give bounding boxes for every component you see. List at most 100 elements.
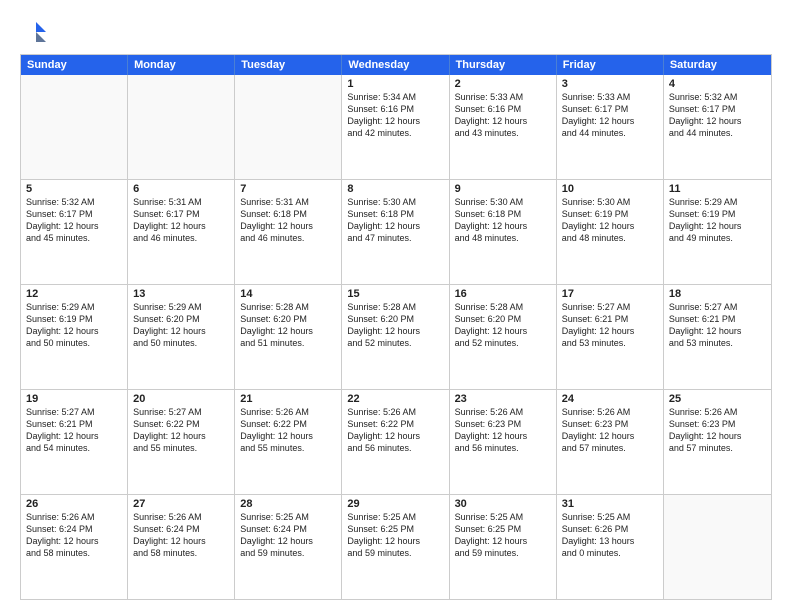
day-number: 4 [669, 78, 766, 90]
day-info: Sunrise: 5:30 AM Sunset: 6:18 PM Dayligh… [347, 196, 443, 245]
day-info: Sunrise: 5:28 AM Sunset: 6:20 PM Dayligh… [455, 301, 551, 350]
day-cell [128, 75, 235, 179]
day-number: 3 [562, 78, 658, 90]
day-header-saturday: Saturday [664, 55, 771, 75]
day-number: 18 [669, 288, 766, 300]
header [20, 18, 772, 46]
logo [20, 18, 52, 46]
day-info: Sunrise: 5:25 AM Sunset: 6:24 PM Dayligh… [240, 511, 336, 560]
day-number: 23 [455, 393, 551, 405]
day-header-monday: Monday [128, 55, 235, 75]
day-cell: 20Sunrise: 5:27 AM Sunset: 6:22 PM Dayli… [128, 390, 235, 494]
day-info: Sunrise: 5:25 AM Sunset: 6:25 PM Dayligh… [347, 511, 443, 560]
day-cell: 25Sunrise: 5:26 AM Sunset: 6:23 PM Dayli… [664, 390, 771, 494]
week-row: 5Sunrise: 5:32 AM Sunset: 6:17 PM Daylig… [21, 179, 771, 284]
day-header-tuesday: Tuesday [235, 55, 342, 75]
day-cell: 18Sunrise: 5:27 AM Sunset: 6:21 PM Dayli… [664, 285, 771, 389]
day-cell: 30Sunrise: 5:25 AM Sunset: 6:25 PM Dayli… [450, 495, 557, 599]
day-number: 26 [26, 498, 122, 510]
day-number: 30 [455, 498, 551, 510]
day-info: Sunrise: 5:25 AM Sunset: 6:25 PM Dayligh… [455, 511, 551, 560]
day-cell [235, 75, 342, 179]
day-number: 25 [669, 393, 766, 405]
day-number: 5 [26, 183, 122, 195]
day-info: Sunrise: 5:29 AM Sunset: 6:20 PM Dayligh… [133, 301, 229, 350]
day-cell: 23Sunrise: 5:26 AM Sunset: 6:23 PM Dayli… [450, 390, 557, 494]
day-header-friday: Friday [557, 55, 664, 75]
day-info: Sunrise: 5:25 AM Sunset: 6:26 PM Dayligh… [562, 511, 658, 560]
day-info: Sunrise: 5:30 AM Sunset: 6:18 PM Dayligh… [455, 196, 551, 245]
day-info: Sunrise: 5:27 AM Sunset: 6:21 PM Dayligh… [562, 301, 658, 350]
day-cell: 27Sunrise: 5:26 AM Sunset: 6:24 PM Dayli… [128, 495, 235, 599]
day-number: 8 [347, 183, 443, 195]
day-number: 7 [240, 183, 336, 195]
day-number: 10 [562, 183, 658, 195]
day-cell: 29Sunrise: 5:25 AM Sunset: 6:25 PM Dayli… [342, 495, 449, 599]
day-number: 19 [26, 393, 122, 405]
day-cell: 10Sunrise: 5:30 AM Sunset: 6:19 PM Dayli… [557, 180, 664, 284]
day-info: Sunrise: 5:32 AM Sunset: 6:17 PM Dayligh… [669, 91, 766, 140]
day-number: 17 [562, 288, 658, 300]
day-info: Sunrise: 5:27 AM Sunset: 6:21 PM Dayligh… [669, 301, 766, 350]
day-info: Sunrise: 5:27 AM Sunset: 6:22 PM Dayligh… [133, 406, 229, 455]
day-info: Sunrise: 5:34 AM Sunset: 6:16 PM Dayligh… [347, 91, 443, 140]
day-number: 12 [26, 288, 122, 300]
day-info: Sunrise: 5:26 AM Sunset: 6:23 PM Dayligh… [669, 406, 766, 455]
day-info: Sunrise: 5:27 AM Sunset: 6:21 PM Dayligh… [26, 406, 122, 455]
day-number: 31 [562, 498, 658, 510]
day-number: 11 [669, 183, 766, 195]
day-info: Sunrise: 5:29 AM Sunset: 6:19 PM Dayligh… [26, 301, 122, 350]
day-cell: 13Sunrise: 5:29 AM Sunset: 6:20 PM Dayli… [128, 285, 235, 389]
day-cell: 7Sunrise: 5:31 AM Sunset: 6:18 PM Daylig… [235, 180, 342, 284]
day-number: 2 [455, 78, 551, 90]
day-cell: 9Sunrise: 5:30 AM Sunset: 6:18 PM Daylig… [450, 180, 557, 284]
day-info: Sunrise: 5:26 AM Sunset: 6:24 PM Dayligh… [26, 511, 122, 560]
day-cell: 5Sunrise: 5:32 AM Sunset: 6:17 PM Daylig… [21, 180, 128, 284]
day-cell: 26Sunrise: 5:26 AM Sunset: 6:24 PM Dayli… [21, 495, 128, 599]
day-cell: 17Sunrise: 5:27 AM Sunset: 6:21 PM Dayli… [557, 285, 664, 389]
day-info: Sunrise: 5:26 AM Sunset: 6:22 PM Dayligh… [347, 406, 443, 455]
day-cell: 6Sunrise: 5:31 AM Sunset: 6:17 PM Daylig… [128, 180, 235, 284]
day-number: 29 [347, 498, 443, 510]
day-info: Sunrise: 5:29 AM Sunset: 6:19 PM Dayligh… [669, 196, 766, 245]
day-number: 20 [133, 393, 229, 405]
day-cell: 2Sunrise: 5:33 AM Sunset: 6:16 PM Daylig… [450, 75, 557, 179]
day-cell [664, 495, 771, 599]
day-cell: 22Sunrise: 5:26 AM Sunset: 6:22 PM Dayli… [342, 390, 449, 494]
day-info: Sunrise: 5:33 AM Sunset: 6:17 PM Dayligh… [562, 91, 658, 140]
day-cell: 21Sunrise: 5:26 AM Sunset: 6:22 PM Dayli… [235, 390, 342, 494]
day-number: 24 [562, 393, 658, 405]
day-info: Sunrise: 5:33 AM Sunset: 6:16 PM Dayligh… [455, 91, 551, 140]
day-info: Sunrise: 5:32 AM Sunset: 6:17 PM Dayligh… [26, 196, 122, 245]
day-info: Sunrise: 5:31 AM Sunset: 6:18 PM Dayligh… [240, 196, 336, 245]
calendar: SundayMondayTuesdayWednesdayThursdayFrid… [20, 54, 772, 600]
week-row: 19Sunrise: 5:27 AM Sunset: 6:21 PM Dayli… [21, 389, 771, 494]
day-headers: SundayMondayTuesdayWednesdayThursdayFrid… [21, 55, 771, 75]
calendar-body: 1Sunrise: 5:34 AM Sunset: 6:16 PM Daylig… [21, 75, 771, 599]
day-cell: 19Sunrise: 5:27 AM Sunset: 6:21 PM Dayli… [21, 390, 128, 494]
day-info: Sunrise: 5:28 AM Sunset: 6:20 PM Dayligh… [240, 301, 336, 350]
day-info: Sunrise: 5:31 AM Sunset: 6:17 PM Dayligh… [133, 196, 229, 245]
day-info: Sunrise: 5:26 AM Sunset: 6:23 PM Dayligh… [562, 406, 658, 455]
day-number: 28 [240, 498, 336, 510]
day-number: 15 [347, 288, 443, 300]
day-cell [21, 75, 128, 179]
page: SundayMondayTuesdayWednesdayThursdayFrid… [0, 0, 792, 612]
day-cell: 28Sunrise: 5:25 AM Sunset: 6:24 PM Dayli… [235, 495, 342, 599]
day-number: 14 [240, 288, 336, 300]
day-info: Sunrise: 5:26 AM Sunset: 6:24 PM Dayligh… [133, 511, 229, 560]
day-cell: 15Sunrise: 5:28 AM Sunset: 6:20 PM Dayli… [342, 285, 449, 389]
day-cell: 14Sunrise: 5:28 AM Sunset: 6:20 PM Dayli… [235, 285, 342, 389]
day-number: 16 [455, 288, 551, 300]
day-number: 21 [240, 393, 336, 405]
week-row: 26Sunrise: 5:26 AM Sunset: 6:24 PM Dayli… [21, 494, 771, 599]
week-row: 12Sunrise: 5:29 AM Sunset: 6:19 PM Dayli… [21, 284, 771, 389]
day-cell: 16Sunrise: 5:28 AM Sunset: 6:20 PM Dayli… [450, 285, 557, 389]
day-number: 1 [347, 78, 443, 90]
day-cell: 8Sunrise: 5:30 AM Sunset: 6:18 PM Daylig… [342, 180, 449, 284]
day-info: Sunrise: 5:28 AM Sunset: 6:20 PM Dayligh… [347, 301, 443, 350]
day-header-thursday: Thursday [450, 55, 557, 75]
day-cell: 11Sunrise: 5:29 AM Sunset: 6:19 PM Dayli… [664, 180, 771, 284]
day-number: 27 [133, 498, 229, 510]
day-header-wednesday: Wednesday [342, 55, 449, 75]
